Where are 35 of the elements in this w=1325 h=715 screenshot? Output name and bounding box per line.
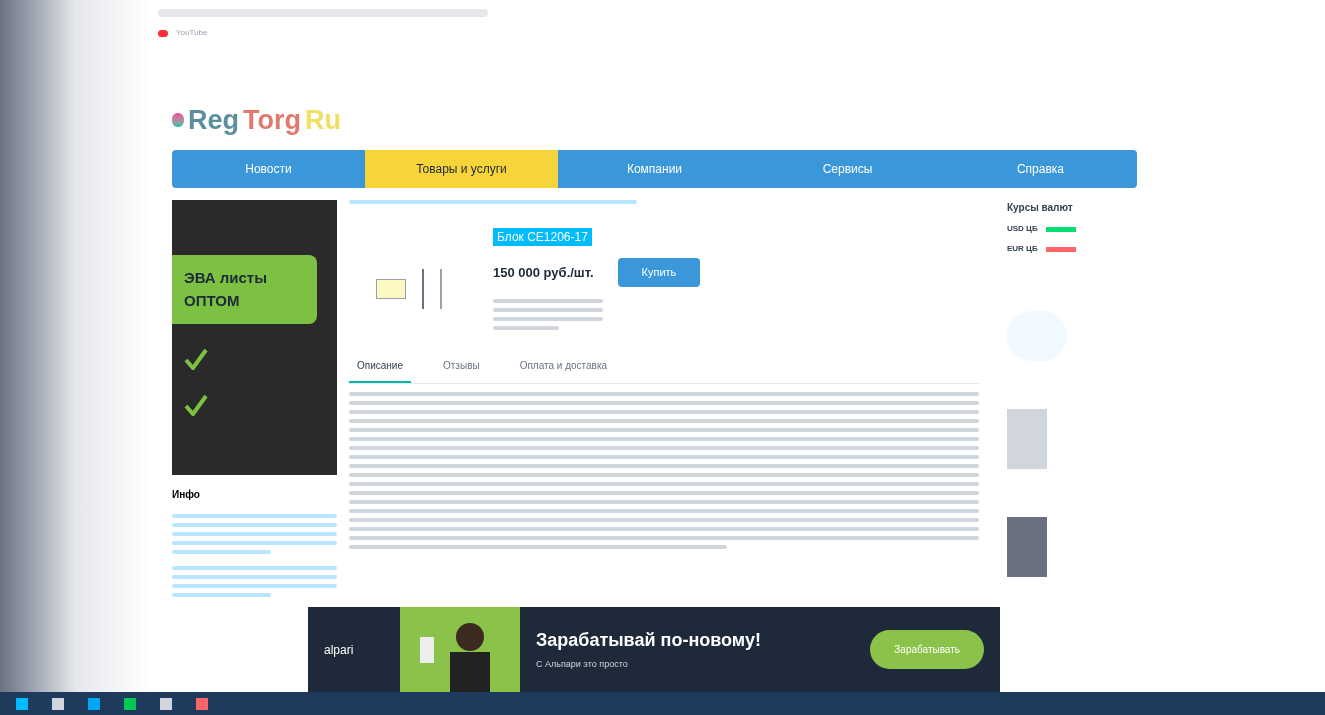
banner-headline: Зарабатывай по-новому! [536,629,762,653]
content-tab[interactable]: Описание [349,350,411,383]
bookmark-link[interactable]: YouTube [176,27,208,39]
ad-banner[interactable]: ЭВА листы ОПТОМ [172,200,337,475]
nav-tab[interactable]: Новости [172,150,365,188]
product-title: Блок CE1206-17 [493,228,592,246]
currency-name: EUR ЦБ [1007,243,1038,255]
content-tab[interactable]: Оплата и доставка [511,350,616,383]
ad-title: ЭВА листы ОПТОМ [172,255,317,324]
illegible-text-line [493,325,559,330]
currency-title: Курсы валют [1007,201,1074,215]
nav-tab[interactable]: Компании [558,150,751,188]
taskbar-app-icon[interactable] [124,697,136,710]
nav-tab[interactable]: Товары и услуги [365,150,558,188]
content-tab[interactable]: Отзывы [435,350,488,383]
info-title: Инфо [172,488,201,502]
logo-icon [172,113,184,127]
nav-tab[interactable]: Справка [944,150,1137,188]
banner-subline: С Альпари это просто [536,658,629,672]
product-price: 150 000 руб./шт. [493,263,594,282]
currency-name: USD ЦБ [1007,223,1038,235]
buy-button[interactable]: Купить [617,258,701,287]
taskbar-app-icon[interactable] [196,697,208,710]
taskbar-app-icon[interactable] [160,697,172,710]
check-icon [184,348,208,370]
youtube-icon [158,29,168,37]
taskbar-app-icon[interactable] [52,697,64,710]
taskbar-app-icon[interactable] [88,697,100,710]
brand-logo: alpari [324,641,355,659]
site-logo[interactable]: RegTorg Ru [172,99,341,141]
nav-tab[interactable]: Сервисы [751,150,944,188]
bottom-ad-banner[interactable]: alpari Зарабатывай по-новому! С Альпари это просто Зарабатывать [308,607,1000,692]
check-icon [184,394,208,416]
earn-button[interactable]: Зарабатывать [870,630,984,669]
taskbar-app-icon[interactable] [16,697,28,710]
